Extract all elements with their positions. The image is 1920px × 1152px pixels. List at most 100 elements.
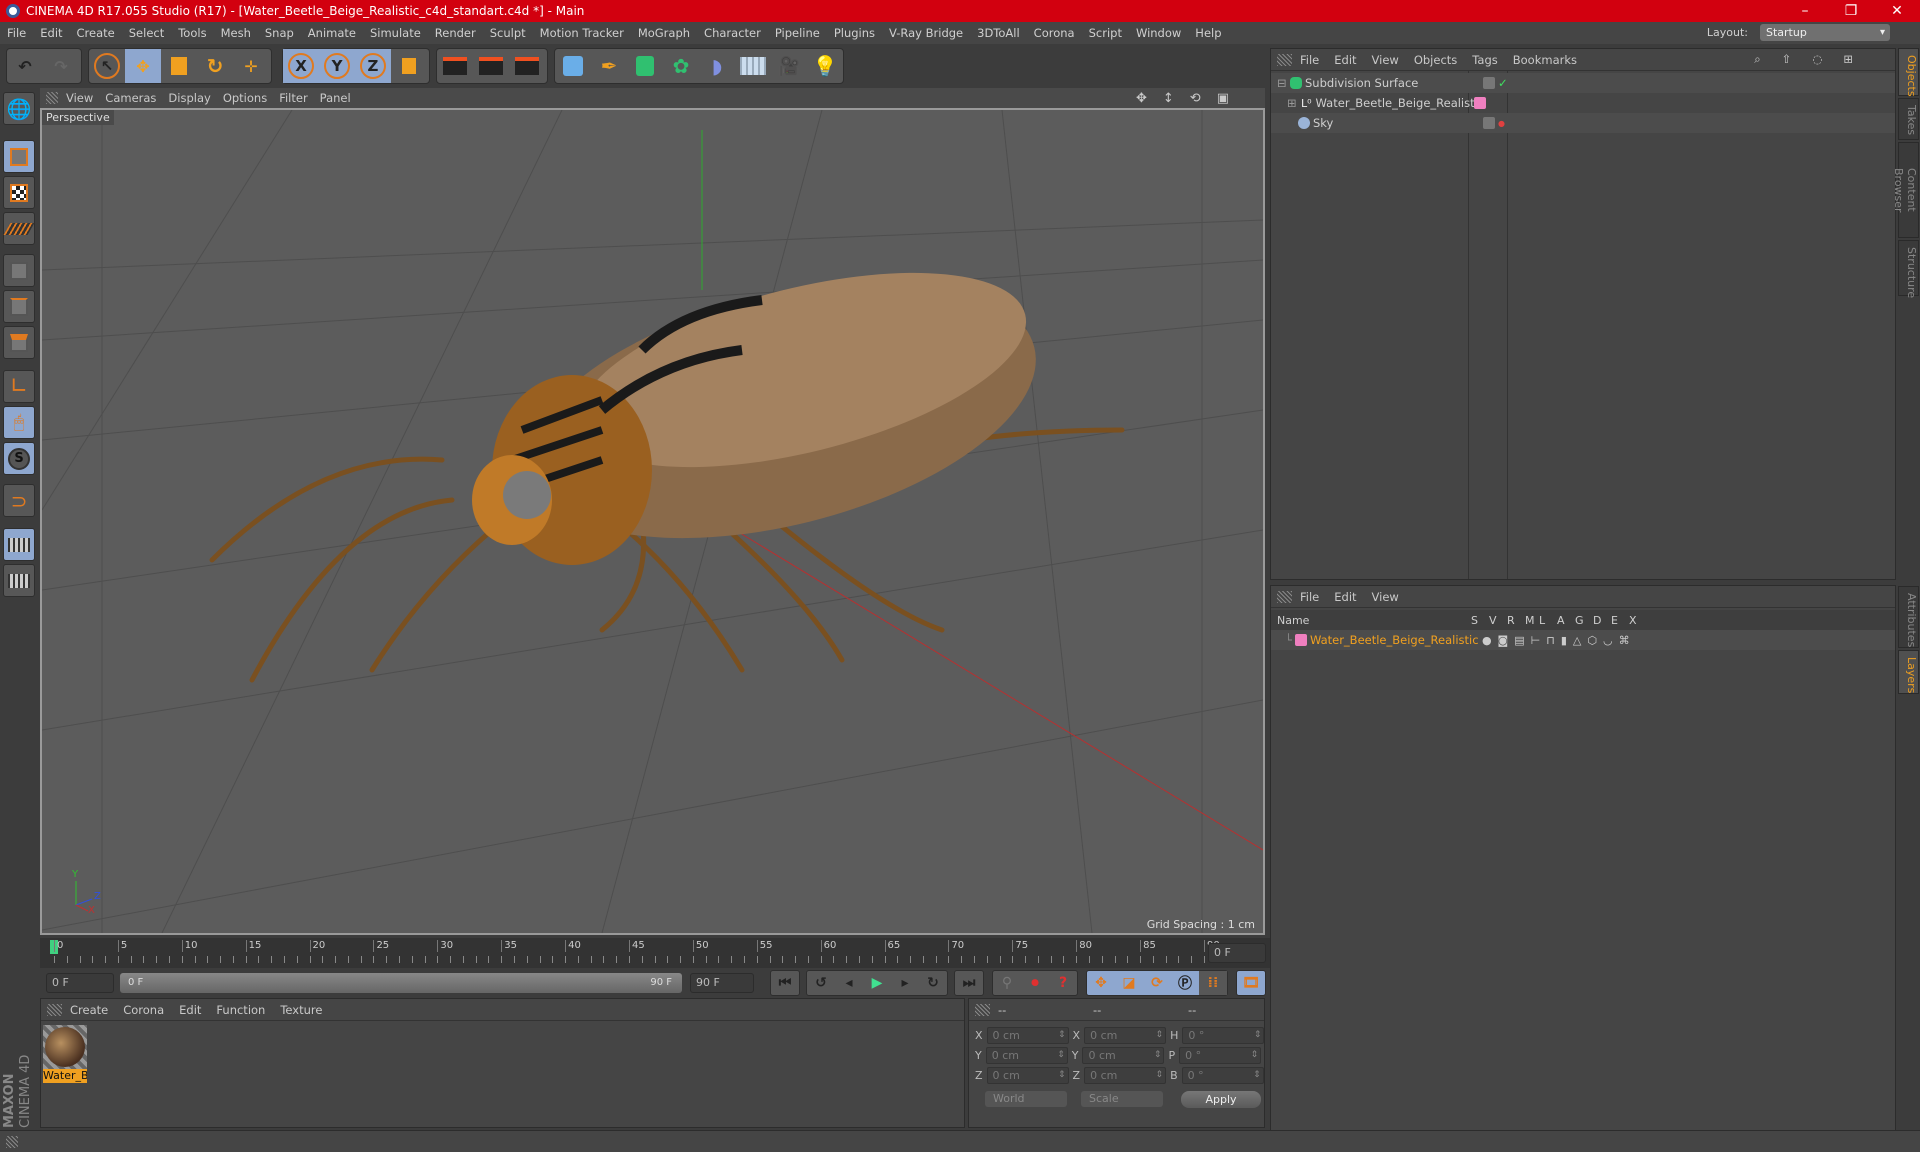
pan-view-icon[interactable]: ✥ xyxy=(1136,91,1163,106)
apply-button[interactable]: Apply xyxy=(1181,1091,1261,1108)
timeline-window-button[interactable]: 🎞 xyxy=(1237,971,1265,995)
record-keys-button[interactable]: ⚲ xyxy=(993,971,1021,995)
rotation-p-field[interactable]: 0 ° xyxy=(1179,1047,1262,1064)
generators-toggle-icon[interactable]: △ xyxy=(1573,634,1587,647)
menu-script[interactable]: Script xyxy=(1082,26,1129,40)
position-x-field[interactable]: 0 cm xyxy=(986,1027,1069,1044)
objects-menu-view[interactable]: View xyxy=(1372,53,1414,67)
polygons-mode-button[interactable] xyxy=(3,326,35,359)
position-y-field[interactable]: 0 cm xyxy=(985,1047,1068,1064)
tweak-mode-button[interactable]: 🖱 xyxy=(3,406,35,439)
material-menu-edit[interactable]: Edit xyxy=(179,1003,216,1017)
expand-icon[interactable]: ⊞ xyxy=(1287,96,1297,110)
previous-keyframe-button[interactable]: ↺ xyxy=(807,971,835,995)
solo-toggle-icon[interactable]: ● xyxy=(1482,634,1498,647)
column-l[interactable]: L xyxy=(1539,614,1557,627)
menu-animate[interactable]: Animate xyxy=(301,26,363,40)
material-swatch[interactable]: Water_B xyxy=(43,1025,87,1083)
x-axis-lock-button[interactable]: X xyxy=(283,49,319,83)
magnet-button[interactable]: ⊃ xyxy=(3,484,35,517)
axis-mode-button[interactable]: ∟ xyxy=(3,370,35,403)
toggle-view-icon[interactable]: ▣ xyxy=(1217,91,1245,106)
edges-mode-button[interactable] xyxy=(3,290,35,323)
menu-snap[interactable]: Snap xyxy=(258,26,301,40)
redo-button[interactable]: ↷ xyxy=(43,49,79,83)
add-spline-button[interactable]: ✒ xyxy=(591,49,627,83)
camera-label[interactable]: Perspective xyxy=(42,110,114,125)
zoom-view-icon[interactable]: ↕ xyxy=(1163,91,1190,106)
rotate-tool-button[interactable]: ↻ xyxy=(197,49,233,83)
column-x[interactable]: X xyxy=(1629,614,1647,627)
material-menu-create[interactable]: Create xyxy=(70,1003,123,1017)
close-button[interactable]: ✕ xyxy=(1874,0,1920,22)
menu-window[interactable]: Window xyxy=(1129,26,1188,40)
material-menu-texture[interactable]: Texture xyxy=(280,1003,337,1017)
layout-dropdown[interactable]: Startup xyxy=(1760,24,1890,41)
viewport-menu-display[interactable]: Display xyxy=(168,91,222,105)
key-scale-button[interactable]: ◪ xyxy=(1115,971,1143,995)
add-deformer-button[interactable]: ◗ xyxy=(699,49,735,83)
snap-button[interactable]: S xyxy=(3,442,35,475)
layers-menu-file[interactable]: File xyxy=(1300,590,1334,604)
menu-mesh[interactable]: Mesh xyxy=(214,26,258,40)
tab-takes[interactable]: Takes xyxy=(1898,98,1919,140)
column-r[interactable]: R xyxy=(1507,614,1525,627)
menu-corona[interactable]: Corona xyxy=(1027,26,1082,40)
viewport-menu-cameras[interactable]: Cameras xyxy=(105,91,168,105)
autokey-button[interactable]: ⏺ xyxy=(1021,971,1049,995)
timeline-ruler[interactable]: 051015202530354045505560657075808590 0 F xyxy=(40,938,1270,968)
select-tool-button[interactable]: ↖ xyxy=(89,49,125,83)
menu-select[interactable]: Select xyxy=(122,26,171,40)
manager-toggle-icon[interactable]: ⊢ xyxy=(1531,634,1547,647)
previous-frame-button[interactable]: ◂ xyxy=(835,971,863,995)
transform-mode-dropdown[interactable]: Scale xyxy=(1081,1091,1163,1107)
menu-motion-tracker[interactable]: Motion Tracker xyxy=(533,26,631,40)
object-row[interactable]: ⊞ L⁰ Water_Beetle_Beige_Realistic xyxy=(1271,93,1895,113)
column-a[interactable]: A xyxy=(1557,614,1575,627)
objects-menu-file[interactable]: File xyxy=(1300,53,1334,67)
layer-row[interactable]: └ Water_Beetle_Beige_Realistic ●◙▤⊢⊓▮△⬡◡… xyxy=(1271,630,1895,650)
key-rotation-button[interactable]: ⟳ xyxy=(1143,971,1171,995)
column-g[interactable]: G xyxy=(1575,614,1593,627)
render-view-button[interactable] xyxy=(437,49,473,83)
object-row[interactable]: ⊟ Subdivision Surface ✓ xyxy=(1271,73,1895,93)
layers-menu-edit[interactable]: Edit xyxy=(1334,590,1371,604)
end-frame-field[interactable]: 90 F xyxy=(690,973,754,993)
object-name[interactable]: Subdivision Surface xyxy=(1305,76,1465,90)
view-icon[interactable]: ◌ xyxy=(1812,52,1843,66)
size-y-field[interactable]: 0 cm xyxy=(1082,1047,1165,1064)
size-x-field[interactable]: 0 cm xyxy=(1084,1027,1167,1044)
add-cube-button[interactable] xyxy=(555,49,591,83)
rotate-view-icon[interactable]: ⟲ xyxy=(1190,91,1217,106)
add-light-button[interactable]: 💡 xyxy=(807,49,843,83)
play-button[interactable]: ▶ xyxy=(863,971,891,995)
object-name[interactable]: Water_Beetle_Beige_Realistic xyxy=(1316,96,1485,110)
layers-menu-view[interactable]: View xyxy=(1372,590,1414,604)
key-pla-button[interactable]: ⁞⁞ xyxy=(1199,971,1227,995)
render-picture-viewer-button[interactable] xyxy=(473,49,509,83)
position-z-field[interactable]: 0 cm xyxy=(986,1067,1069,1084)
menu-mograph[interactable]: MoGraph xyxy=(631,26,697,40)
search-icon[interactable]: ⌕ xyxy=(1754,52,1781,66)
menu-vray-bridge[interactable]: V-Ray Bridge xyxy=(882,26,970,40)
frame-range-slider[interactable]: 0 F 90 F xyxy=(120,973,682,993)
rotation-b-field[interactable]: 0 ° xyxy=(1181,1067,1264,1084)
home-icon[interactable]: ⇧ xyxy=(1782,52,1813,66)
keyframe-selection-button[interactable]: ? xyxy=(1049,971,1077,995)
add-mograph-button[interactable]: ✿ xyxy=(663,49,699,83)
panel-grip-icon[interactable] xyxy=(46,92,58,104)
material-menu-function[interactable]: Function xyxy=(216,1003,280,1017)
rotation-h-field[interactable]: 0 ° xyxy=(1182,1027,1265,1044)
tab-layers[interactable]: Layers xyxy=(1898,650,1919,694)
coord-system-dropdown[interactable]: World xyxy=(985,1091,1067,1107)
panel-grip-icon[interactable] xyxy=(1277,590,1292,603)
undo-button[interactable]: ↶ xyxy=(7,49,43,83)
tab-structure[interactable]: Structure xyxy=(1898,240,1919,298)
menu-sculpt[interactable]: Sculpt xyxy=(483,26,533,40)
deformers-toggle-icon[interactable]: ⬡ xyxy=(1587,634,1603,647)
objects-menu-bookmarks[interactable]: Bookmarks xyxy=(1513,53,1592,67)
tab-objects[interactable]: Objects xyxy=(1898,48,1919,97)
animation-toggle-icon[interactable]: ▮ xyxy=(1561,634,1573,647)
current-frame-field[interactable]: 0 F xyxy=(1208,943,1266,963)
move-tool-button[interactable]: ✥ xyxy=(125,49,161,83)
